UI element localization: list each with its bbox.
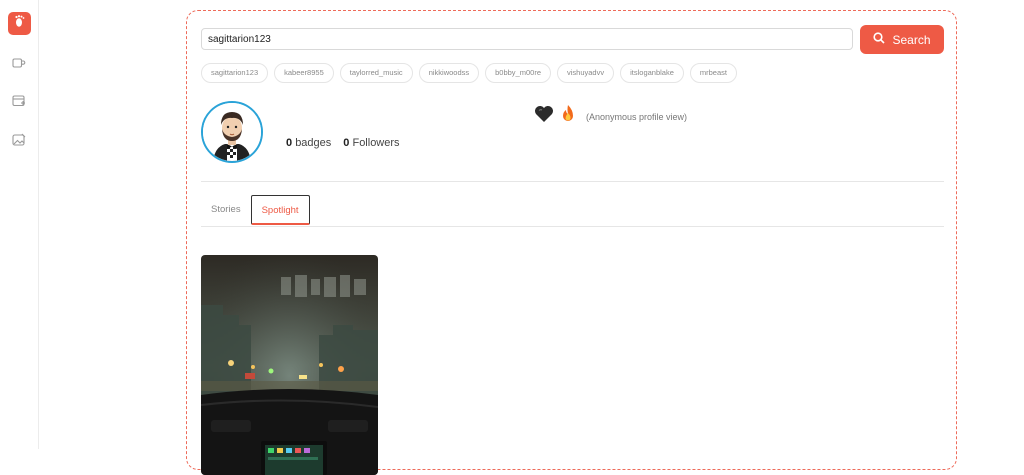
- cup-icon: [12, 56, 26, 74]
- calendar-add-icon: [12, 94, 26, 113]
- suggestion-chip[interactable]: nikkiwoodss: [418, 63, 480, 83]
- profile-reactions: (Anonymous profile view): [534, 104, 687, 129]
- black-heart-icon: [534, 105, 554, 128]
- sidebar-item-cup[interactable]: [10, 56, 28, 74]
- fire-icon: [560, 104, 576, 129]
- search-input[interactable]: [201, 28, 853, 50]
- suggestion-chip[interactable]: sagittarion123: [201, 63, 269, 83]
- avatar: [201, 101, 263, 163]
- footprints-icon: [13, 14, 27, 33]
- followers-stat: 0 Followers: [343, 137, 399, 149]
- suggestion-chips: sagittarion123 kabeer8955 taylorred_musi…: [201, 63, 737, 83]
- followers-label: Followers: [352, 137, 400, 149]
- tab-stories[interactable]: Stories: [201, 195, 251, 225]
- sidebar: [0, 0, 39, 449]
- badges-label: badges: [295, 137, 332, 149]
- sidebar-item-image[interactable]: [10, 133, 28, 151]
- content-tabs: Stories Spotlight: [201, 195, 310, 225]
- suggestion-chip[interactable]: vishuyadvv: [557, 63, 615, 83]
- suggestion-chip[interactable]: kabeer8955: [274, 63, 334, 83]
- search-button-label: Search: [892, 32, 931, 47]
- profile-stats: 0 badges 0 Followers: [286, 137, 400, 149]
- followers-count: 0: [343, 137, 350, 149]
- spotlight-thumbnail[interactable]: [201, 255, 378, 475]
- search-button[interactable]: Search: [860, 25, 944, 54]
- sidebar-item-calendar[interactable]: [10, 94, 28, 112]
- search-icon: [873, 32, 886, 47]
- app-logo[interactable]: [8, 12, 31, 35]
- badges-stat: 0 badges: [286, 137, 331, 149]
- suggestion-chip[interactable]: b0bby_m00re: [485, 63, 551, 83]
- divider: [201, 181, 944, 182]
- anonymous-view-note: (Anonymous profile view): [586, 111, 688, 122]
- badges-count: 0: [286, 137, 293, 149]
- suggestion-chip[interactable]: taylorred_music: [339, 63, 413, 83]
- suggestion-chip[interactable]: itsloganblake: [620, 63, 684, 83]
- profile-viewer-card: Search sagittarion123 kabeer8955 taylorr…: [186, 10, 957, 475]
- divider: [201, 226, 944, 227]
- tab-spotlight[interactable]: Spotlight: [250, 195, 310, 225]
- suggestion-chip[interactable]: mrbeast: [689, 63, 737, 83]
- image-edit-icon: [12, 133, 26, 152]
